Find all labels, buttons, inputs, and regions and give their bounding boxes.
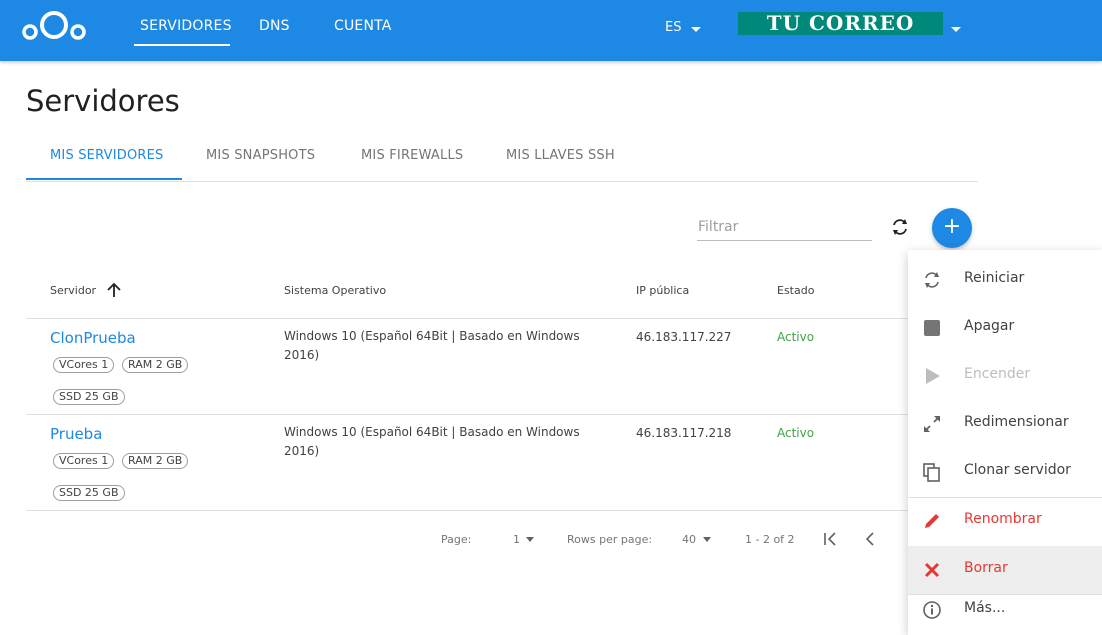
arrow-up-icon[interactable] bbox=[105, 281, 123, 299]
nav-cuenta[interactable]: CUENTA bbox=[334, 18, 392, 34]
server-name-link[interactable]: ClonPrueba bbox=[50, 329, 136, 347]
tab-mis-llaves-ssh[interactable]: MIS LLAVES SSH bbox=[506, 148, 615, 163]
server-name-link[interactable]: Prueba bbox=[50, 425, 102, 443]
row-divider bbox=[26, 510, 908, 511]
language-selector[interactable]: ES bbox=[665, 20, 681, 35]
close-icon bbox=[924, 562, 940, 578]
active-tab-indicator bbox=[26, 178, 182, 180]
status-cell: Activo bbox=[777, 426, 815, 440]
account-chevron-down-icon[interactable] bbox=[951, 27, 961, 32]
menu-item-label: Más... bbox=[964, 600, 1006, 616]
page-chevron-down-icon[interactable] bbox=[526, 537, 534, 542]
refresh-icon bbox=[925, 272, 939, 288]
menu-item-label: Renombrar bbox=[964, 511, 1042, 527]
spec-chip: VCores 1 bbox=[53, 453, 115, 469]
tabs-divider bbox=[26, 181, 978, 182]
rows-per-page-label: Rows per page: bbox=[567, 533, 653, 546]
server-actions-menu: Reiniciar Apagar Encender Redimensionar … bbox=[908, 250, 1102, 635]
spec-chip: RAM 2 GB bbox=[122, 453, 189, 469]
menu-item-encender[interactable]: Encender bbox=[908, 352, 1102, 400]
info-icon bbox=[923, 601, 941, 619]
page-select[interactable]: 1 bbox=[513, 533, 520, 546]
column-header-ip-publica[interactable]: IP pública bbox=[636, 284, 689, 297]
resize-icon bbox=[924, 416, 940, 432]
menu-item-mas[interactable]: Más... bbox=[908, 588, 1102, 632]
menu-item-label: Reiniciar bbox=[964, 270, 1025, 286]
menu-item-borrar[interactable]: Borrar bbox=[908, 546, 1102, 594]
menu-item-redimensionar[interactable]: Redimensionar bbox=[908, 400, 1102, 448]
menu-item-label: Apagar bbox=[964, 318, 1015, 334]
status-cell: Activo bbox=[777, 330, 815, 344]
spec-chip: SSD 25 GB bbox=[53, 485, 125, 501]
os-cell: Windows 10 (Español 64Bit | Basado en Wi… bbox=[284, 425, 580, 458]
nav-active-indicator bbox=[134, 44, 230, 46]
spec-chip: VCores 1 bbox=[53, 357, 115, 373]
ip-cell: 46.183.117.227 bbox=[636, 330, 732, 344]
tab-mis-snapshots[interactable]: MIS SNAPSHOTS bbox=[206, 148, 315, 163]
nav-servidores[interactable]: SERVIDORES bbox=[140, 18, 232, 34]
nav-dns[interactable]: DNS bbox=[259, 18, 290, 34]
tab-mis-firewalls[interactable]: MIS FIREWALLS bbox=[361, 148, 463, 163]
menu-item-renombrar[interactable]: Renombrar bbox=[908, 497, 1102, 545]
refresh-icon[interactable] bbox=[886, 213, 914, 241]
ip-cell: 46.183.117.218 bbox=[636, 426, 732, 440]
row-divider bbox=[26, 414, 908, 415]
column-header-servidor[interactable]: Servidor bbox=[50, 284, 96, 297]
os-cell: Windows 10 (Español 64Bit | Basado en Wi… bbox=[284, 329, 580, 362]
copy-icon bbox=[923, 463, 940, 482]
menu-item-label: Borrar bbox=[964, 560, 1008, 576]
nextcloud-logo-icon[interactable] bbox=[20, 8, 90, 42]
first-page-icon[interactable] bbox=[822, 530, 838, 548]
menu-item-apagar[interactable]: Apagar bbox=[908, 304, 1102, 352]
rows-chevron-down-icon[interactable] bbox=[703, 537, 711, 542]
menu-item-label: Clonar servidor bbox=[964, 462, 1071, 478]
page-range: 1 - 2 of 2 bbox=[745, 533, 795, 546]
pencil-icon bbox=[925, 514, 939, 528]
filter-input[interactable] bbox=[697, 213, 872, 241]
top-navigation-bar: SERVIDORES DNS CUENTA ES TU CORREO bbox=[0, 0, 1102, 61]
rows-per-page-select[interactable]: 40 bbox=[682, 533, 696, 546]
tab-mis-servidores[interactable]: MIS SERVIDORES bbox=[50, 148, 164, 163]
table-header-divider bbox=[26, 318, 908, 319]
spec-chip: RAM 2 GB bbox=[122, 357, 189, 373]
column-header-sistema-operativo[interactable]: Sistema Operativo bbox=[284, 284, 386, 297]
menu-item-reiniciar[interactable]: Reiniciar bbox=[908, 256, 1102, 304]
column-header-estado[interactable]: Estado bbox=[777, 284, 814, 297]
page-label: Page: bbox=[441, 533, 472, 546]
menu-item-label: Encender bbox=[964, 366, 1031, 382]
play-icon bbox=[926, 368, 940, 384]
chevron-down-icon[interactable] bbox=[691, 27, 701, 32]
menu-item-label: Redimensionar bbox=[964, 414, 1069, 430]
previous-page-icon[interactable] bbox=[862, 530, 878, 548]
spec-chip: SSD 25 GB bbox=[53, 389, 125, 405]
menu-item-clonar-servidor[interactable]: Clonar servidor bbox=[908, 448, 1102, 496]
account-email-badge[interactable]: TU CORREO bbox=[738, 12, 943, 35]
page-title: Servidores bbox=[26, 84, 180, 118]
add-server-button[interactable]: + bbox=[932, 208, 972, 248]
stop-icon bbox=[924, 320, 940, 336]
